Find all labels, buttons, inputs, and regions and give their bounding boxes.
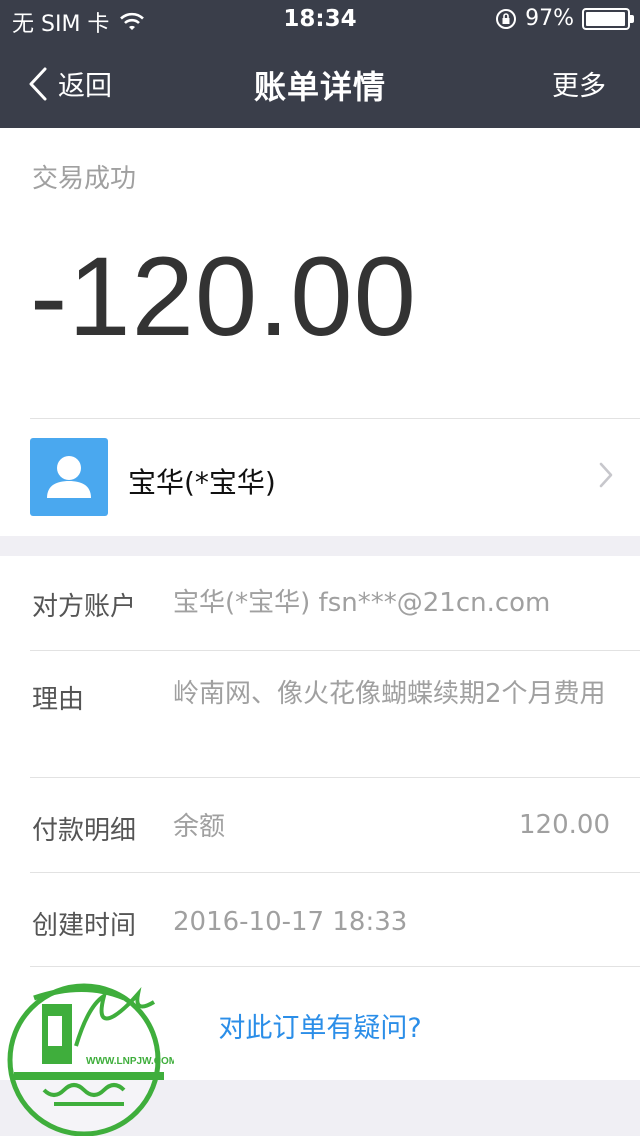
reason-row: 理由 岭南网、像火花像蝴蝶续期2个月费用 xyxy=(0,651,640,777)
account-row: 对方账户 宝华(*宝华) fsn***@21cn.com xyxy=(0,556,640,650)
status-bar: 无 SIM 卡 18:34 97% xyxy=(0,0,640,40)
page-title: 账单详情 xyxy=(253,68,386,106)
divider xyxy=(30,966,640,967)
transaction-amount: -120.00 xyxy=(30,234,417,359)
created-value: 2016-10-17 18:33 xyxy=(173,907,408,937)
created-row: 创建时间 2016-10-17 18:33 xyxy=(0,873,640,967)
battery-icon xyxy=(582,7,634,30)
transaction-card: 交易成功 -120.00 宝华(*宝华) xyxy=(0,128,640,536)
battery-percent: 97% xyxy=(525,6,574,31)
payment-method: 余额 xyxy=(173,812,226,842)
nav-bar: 返回 账单详情 更多 xyxy=(0,40,640,128)
battery-fill xyxy=(586,11,625,26)
reason-label: 理由 xyxy=(32,685,85,715)
payment-row: 付款明细 余额 120.00 xyxy=(0,778,640,872)
rotation-lock-icon xyxy=(496,8,517,29)
chevron-right-icon xyxy=(599,462,613,488)
payee-row[interactable]: 宝华(*宝华) xyxy=(0,419,640,536)
created-label: 创建时间 xyxy=(32,911,137,941)
top-bar: 无 SIM 卡 18:34 97% 返回 账单详情 更多 xyxy=(0,0,640,128)
account-label: 对方账户 xyxy=(32,592,137,622)
payment-amount: 120.00 xyxy=(519,810,610,840)
reason-value: 岭南网、像火花像蝴蝶续期2个月费用 xyxy=(173,679,606,709)
avatar xyxy=(30,438,108,516)
watermark-logo: WWW.LNPJW.COM xyxy=(7,983,174,1136)
status-right: 97% xyxy=(495,6,634,31)
more-button[interactable]: 更多 xyxy=(552,64,606,103)
payee-name: 宝华(*宝华) xyxy=(128,466,276,499)
payment-label: 付款明细 xyxy=(32,816,137,846)
transaction-status: 交易成功 xyxy=(32,164,137,194)
watermark-url: WWW.LNPJW.COM xyxy=(86,1056,174,1067)
account-value: 宝华(*宝华) fsn***@21cn.com xyxy=(173,588,551,618)
user-icon xyxy=(47,456,91,498)
